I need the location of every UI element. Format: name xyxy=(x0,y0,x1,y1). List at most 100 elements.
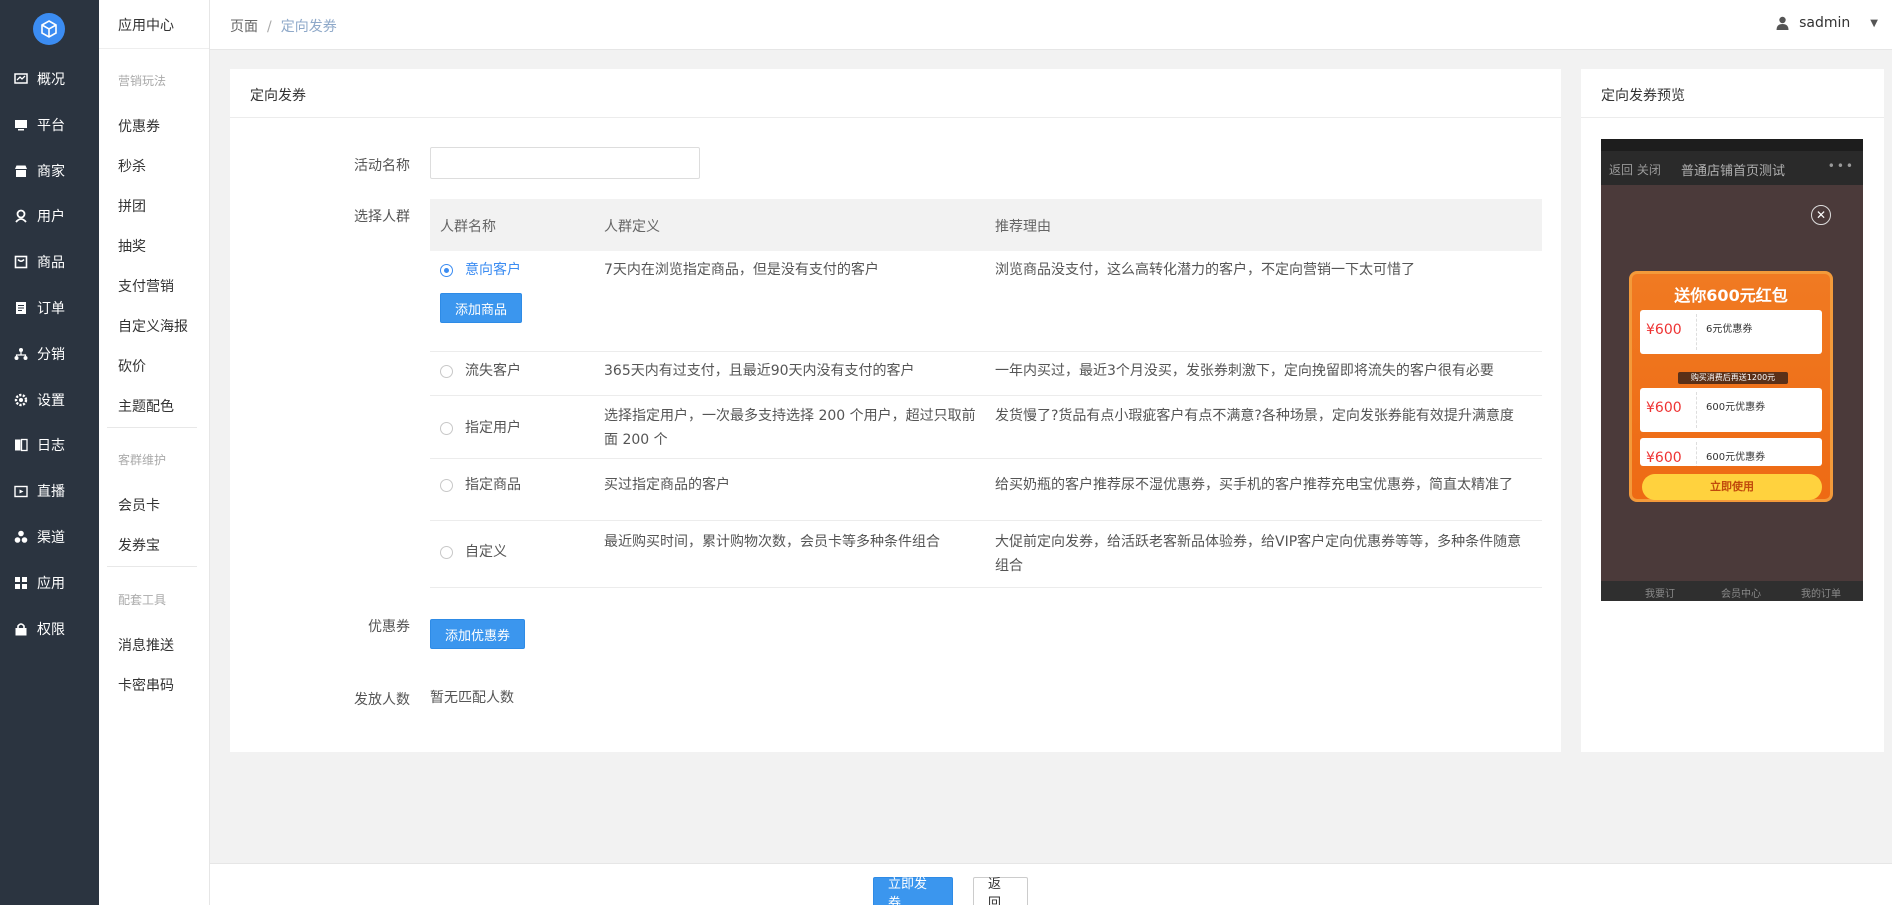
issue-count-label: 发放人数 xyxy=(354,692,410,708)
main-sidebar: 概况平台商家用户商品订单分销设置日志直播渠道应用权限 xyxy=(0,0,99,905)
nav-item-label: 用户 xyxy=(37,209,65,226)
nav-item-label: 日志 xyxy=(37,438,65,455)
phone-tab: 我的订单 xyxy=(1801,589,1841,600)
back-button[interactable]: 返回 xyxy=(973,877,1028,905)
nav-item-apps[interactable]: 应用 xyxy=(0,568,99,598)
lock-icon xyxy=(14,622,28,636)
nav2-item[interactable]: 拼团 xyxy=(118,196,146,216)
phone-tab: 会员中心 xyxy=(1721,589,1761,600)
row-divider xyxy=(430,395,1542,396)
crowd-definition-specified-user: 选择指定用户，一次最多支持选择 200 个用户，超过只取前面 200 个 xyxy=(604,408,976,448)
nav-item-label: 平台 xyxy=(37,117,65,134)
distribution-icon xyxy=(14,347,28,361)
radio-lost-customer[interactable] xyxy=(440,365,453,378)
crowd-definition-custom: 最近购买时间，累计购物次数，会员卡等多种条件组合 xyxy=(604,534,940,550)
nav2-item[interactable]: 优惠券 xyxy=(118,116,160,136)
radio-custom[interactable] xyxy=(440,546,453,559)
nav-item-order[interactable]: 订单 xyxy=(0,293,99,323)
crowd-name-lost[interactable]: 流失客户 xyxy=(465,359,521,383)
nav2-item[interactable]: 会员卡 xyxy=(118,495,160,515)
nav-item-live[interactable]: 直播 xyxy=(0,476,99,506)
divider xyxy=(1581,117,1884,118)
breadcrumb-root[interactable]: 页面 xyxy=(230,19,258,35)
panel-title: 定向发券 xyxy=(250,88,306,104)
popup-title: 送你600元红包 xyxy=(1674,286,1788,305)
nav-item-channel[interactable]: 渠道 xyxy=(0,522,99,552)
popup-coupon: ¥600 6元优惠券 xyxy=(1640,310,1822,354)
crowd-definition-intent: 7天内在浏览指定商品，但是没有支付的客户 xyxy=(604,262,879,278)
issue-count-value: 暂无匹配人数 xyxy=(430,690,514,706)
radio-specified-goods[interactable] xyxy=(440,479,453,492)
add-goods-button[interactable]: 添加商品 xyxy=(440,293,523,323)
nav-item-label: 渠道 xyxy=(37,530,65,546)
nav2-item[interactable]: 支付营销 xyxy=(118,276,174,296)
nav-item-gear[interactable]: 设置 xyxy=(0,385,99,415)
row-divider xyxy=(430,458,1542,459)
row-divider xyxy=(430,587,1542,588)
secondary-sidebar: 应用中心 营销玩法 优惠券 秒杀 拼团 抽奖 支付营销 自定义海报 砍价 主题配色 客群维护 会员卡… xyxy=(99,0,210,905)
nav-item-label: 权限 xyxy=(37,621,65,638)
divider xyxy=(107,566,197,567)
crowd-reason-intent: 浏览商品没支付，这么高转化潜力的客户，不定向营销一下太可惜了 xyxy=(995,262,1415,278)
nav-item-log[interactable]: 日志 xyxy=(0,430,99,460)
username: sadmin xyxy=(1799,15,1851,31)
crowd-name-specified-user[interactable]: 指定用户 xyxy=(465,416,521,440)
nav2-item[interactable]: 发券宝 xyxy=(118,535,160,555)
nav-item-lock[interactable]: 权限 xyxy=(0,614,99,644)
popup-coupon: ¥600 600元优惠券 xyxy=(1640,388,1822,432)
coupon-value: ¥600 xyxy=(1646,322,1682,338)
nav-item-distribution[interactable]: 分销 xyxy=(0,339,99,369)
phone-title: 普通店铺首页测试 xyxy=(1681,164,1786,179)
nav-item-monitor[interactable]: 平台 xyxy=(0,110,99,140)
radio-specified-user[interactable] xyxy=(440,422,453,435)
nav2-item[interactable]: 卡密串码 xyxy=(118,675,174,695)
nav-item-label: 订单 xyxy=(37,301,65,317)
nav2-item[interactable]: 砍价 xyxy=(118,356,146,376)
radio-intent-customer[interactable] xyxy=(440,264,453,277)
logo-cube-icon xyxy=(41,20,57,38)
issue-coupon-button[interactable]: 立即发券 xyxy=(873,877,953,905)
header-recommend-reason: 推荐理由 xyxy=(995,219,1051,235)
crowd-label: 选择人群 xyxy=(354,209,410,225)
preview-panel: 定向发券预览 返回 关闭 普通店铺首页测试 ••• ✕ 送你600元红包 ¥60… xyxy=(1581,69,1884,752)
nav2-item[interactable]: 自定义海报 xyxy=(118,316,188,336)
order-icon xyxy=(14,301,28,315)
activity-name-input[interactable] xyxy=(430,147,700,179)
phone-preview: 返回 关闭 普通店铺首页测试 ••• ✕ 送你600元红包 ¥600 6元优惠券… xyxy=(1601,139,1863,601)
breadcrumb: 页面 / 定向发券 xyxy=(230,16,337,36)
channel-icon xyxy=(14,530,28,544)
add-coupon-button[interactable]: 添加优惠券 xyxy=(430,619,526,649)
breadcrumb-separator: / xyxy=(267,19,272,35)
more-icon: ••• xyxy=(1827,159,1855,173)
breadcrumb-current: 定向发券 xyxy=(280,19,337,35)
nav2-item[interactable]: 消息推送 xyxy=(118,635,174,655)
coupon-name: 6元优惠券 xyxy=(1706,324,1753,335)
crowd-name-custom[interactable]: 自定义 xyxy=(465,540,507,564)
crowd-definition-lost: 365天内有过支付，且最近90天内没有支付的客户 xyxy=(604,363,915,379)
nav-item-store[interactable]: 商家 xyxy=(0,156,99,186)
apps-icon xyxy=(14,576,28,590)
phone-status-bar xyxy=(1601,139,1863,151)
coupon-name: 600元优惠券 xyxy=(1706,402,1766,413)
nav-item-dashboard[interactable]: 概况 xyxy=(0,64,99,94)
nav2-item[interactable]: 抽奖 xyxy=(118,236,146,256)
dashboard-icon xyxy=(14,72,28,86)
nav-item-label: 商品 xyxy=(37,255,65,272)
crowd-name-specified-goods[interactable]: 指定商品 xyxy=(465,473,521,497)
popup-use-button: 立即使用 xyxy=(1642,474,1822,500)
user-menu[interactable]: sadmin ▼ xyxy=(1776,15,1878,31)
phone-footer: 我要订 会员中心 我的订单 xyxy=(1601,581,1863,601)
user-icon xyxy=(14,209,28,223)
app-logo[interactable] xyxy=(33,13,65,45)
nav-item-label: 直播 xyxy=(37,484,65,501)
divider xyxy=(99,48,209,49)
nav-item-user[interactable]: 用户 xyxy=(0,201,99,231)
crowd-reason-specified-user: 发货慢了?货品有点小瑕疵客户有点不满意?各种场景，定向发张券能有效提升满意度 xyxy=(995,408,1514,424)
nav2-item[interactable]: 秒杀 xyxy=(118,156,146,176)
crowd-name-intent[interactable]: 意向客户 xyxy=(465,258,521,282)
crowd-reason-custom: 大促前定向发券，给活跃老客新品体验券，给VIP客户定向优惠券等等，多种条件随意组… xyxy=(995,534,1522,574)
nav2-item[interactable]: 主题配色 xyxy=(118,396,174,416)
nav-item-goods[interactable]: 商品 xyxy=(0,247,99,277)
coupon-divider xyxy=(1696,442,1697,466)
nav2-group-title: 营销玩法 xyxy=(118,74,167,88)
